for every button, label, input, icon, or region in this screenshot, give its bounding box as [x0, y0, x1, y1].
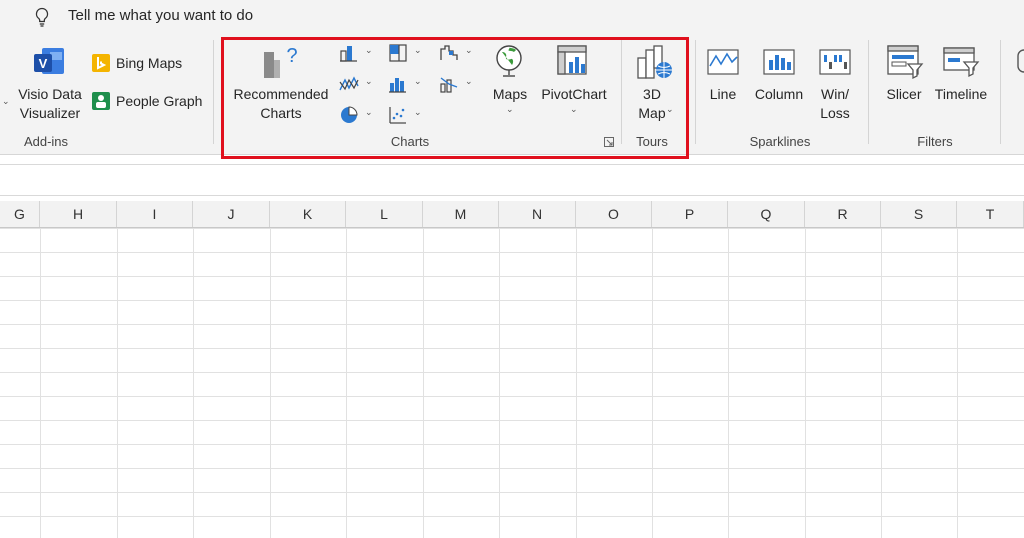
- bing-maps-button[interactable]: Bing Maps: [116, 54, 182, 73]
- column-header[interactable]: S: [881, 201, 957, 227]
- link-icon: [1017, 49, 1024, 73]
- separator: [213, 40, 214, 144]
- cell-grid[interactable]: [0, 228, 1024, 538]
- formula-bar[interactable]: [0, 164, 1024, 196]
- timeline-button[interactable]: Timeline: [932, 85, 990, 104]
- grid-line: [728, 228, 729, 538]
- slicer-button[interactable]: Slicer: [882, 85, 926, 104]
- grid-line: [957, 228, 958, 538]
- visio-label-line2: Visualizer: [19, 105, 81, 121]
- winloss-label-line2: Loss: [820, 105, 850, 121]
- timeline-icon: [943, 47, 980, 78]
- slicer-icon: [887, 45, 924, 80]
- sparkline-column-icon: [763, 49, 795, 75]
- separator: [1000, 40, 1001, 144]
- highlight-box: [221, 37, 689, 159]
- grid-line: [805, 228, 806, 538]
- grid-line: [346, 228, 347, 538]
- column-header[interactable]: R: [805, 201, 881, 227]
- tell-me-bar[interactable]: Tell me what you want to do: [0, 0, 1024, 34]
- column-header[interactable]: P: [652, 201, 728, 227]
- people-graph-icon: [92, 92, 110, 110]
- column-header[interactable]: I: [117, 201, 193, 227]
- sparklines-group-label: Sparklines: [749, 134, 811, 149]
- visio-data-visualizer-button[interactable]: Visio Data Visualizer: [14, 85, 86, 123]
- sparkline-winloss-icon: [819, 49, 851, 75]
- tell-me-text: Tell me what you want to do: [68, 7, 254, 24]
- column-header-row: G H I J K L M N O P Q R S T: [0, 201, 1024, 228]
- chevron-left-icon[interactable]: ⌄: [2, 96, 10, 107]
- grid-line: [423, 228, 424, 538]
- column-header[interactable]: O: [576, 201, 652, 227]
- grid-line: [270, 228, 271, 538]
- column-header[interactable]: N: [499, 201, 576, 227]
- column-header[interactable]: L: [346, 201, 423, 227]
- column-header[interactable]: M: [423, 201, 499, 227]
- grid-line: [117, 228, 118, 538]
- filters-group-label: Filters: [917, 134, 953, 149]
- column-header[interactable]: G: [0, 201, 40, 227]
- grid-line: [881, 228, 882, 538]
- grid-line: [193, 228, 194, 538]
- addins-group-label: Add-ins: [23, 134, 69, 149]
- column-header[interactable]: T: [957, 201, 1024, 227]
- grid-line: [499, 228, 500, 538]
- sparkline-line-icon: [707, 49, 739, 75]
- grid-line: [652, 228, 653, 538]
- bing-maps-icon: [92, 54, 110, 72]
- grid-line: [40, 228, 41, 538]
- sparkline-winloss-button[interactable]: Win/ Loss: [814, 85, 856, 123]
- column-header[interactable]: J: [193, 201, 270, 227]
- visio-icon: V: [34, 48, 64, 74]
- column-header[interactable]: H: [40, 201, 117, 227]
- people-graph-button[interactable]: People Graph: [116, 92, 202, 111]
- lightbulb-icon: [35, 7, 49, 27]
- sparkline-line-button[interactable]: Line: [703, 85, 743, 104]
- separator: [695, 40, 696, 144]
- column-header[interactable]: K: [270, 201, 346, 227]
- sparkline-column-button[interactable]: Column: [750, 85, 808, 104]
- column-header[interactable]: Q: [728, 201, 805, 227]
- separator: [868, 40, 869, 144]
- visio-label-line1: Visio Data: [18, 86, 82, 102]
- svg-text:V: V: [39, 56, 48, 71]
- grid-line: [576, 228, 577, 538]
- winloss-label-line1: Win/: [821, 86, 849, 102]
